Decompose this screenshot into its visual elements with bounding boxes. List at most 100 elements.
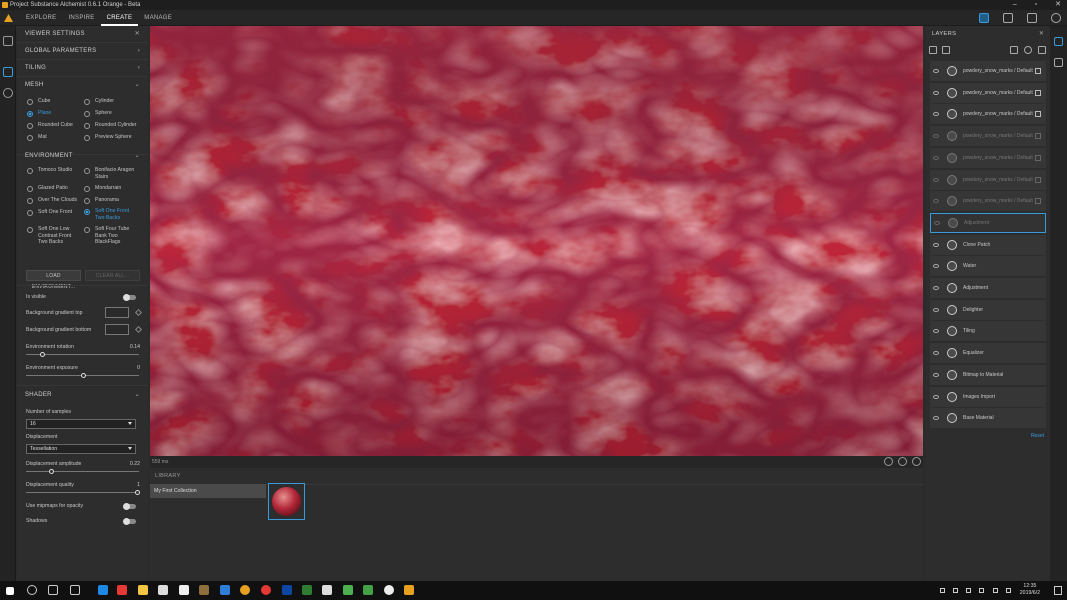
slider-handle[interactable] <box>135 490 140 495</box>
section-environment[interactable]: ENVIRONMENT ⌄ <box>17 148 148 165</box>
visibility-eye-icon[interactable] <box>933 90 939 95</box>
layer-mask-icon[interactable] <box>1035 89 1041 96</box>
clear-all-button[interactable]: CLEAR ALL... <box>85 270 140 281</box>
mipmaps-toggle[interactable] <box>123 503 136 510</box>
env-tomoco-studio-radio[interactable]: Tomoco Studio <box>27 167 82 174</box>
folder-icon[interactable] <box>138 585 148 595</box>
layer-item[interactable]: Images Import <box>930 386 1046 407</box>
app-icon[interactable] <box>261 585 271 595</box>
env-glazed-patio-radio[interactable]: Glazed Patio <box>27 185 82 192</box>
visibility-eye-icon[interactable] <box>933 307 939 312</box>
search-icon[interactable] <box>27 585 37 595</box>
visibility-eye-icon[interactable] <box>933 155 939 160</box>
layer-mask-icon[interactable] <box>1035 198 1041 205</box>
visibility-eye-icon[interactable] <box>933 112 939 117</box>
visibility-eye-icon[interactable] <box>933 416 939 421</box>
alchemist-taskbar-icon[interactable] <box>404 585 414 595</box>
export-icon[interactable] <box>1054 58 1063 67</box>
layer-item[interactable]: powdery_snow_marks / Default <box>930 82 1046 103</box>
nvidia-icon[interactable] <box>302 585 312 595</box>
zoom-icon[interactable] <box>884 457 893 466</box>
visibility-eye-icon[interactable] <box>933 329 939 334</box>
app-icon[interactable] <box>70 585 80 595</box>
mesh-plane-radio[interactable]: Plane <box>27 110 51 117</box>
hide-all-icon[interactable] <box>942 46 950 54</box>
fit-view-icon[interactable] <box>898 457 907 466</box>
env-soft-four-tube-bank-radio[interactable]: Soft Four Tube Bank Two BlackFlags <box>84 226 132 246</box>
visibility-eye-icon[interactable] <box>933 372 939 377</box>
close-icon[interactable]: ✕ <box>1055 0 1061 10</box>
store-icon[interactable] <box>158 585 168 595</box>
network-icon[interactable] <box>979 588 984 593</box>
material-thumbnail[interactable] <box>268 483 305 520</box>
layer-item[interactable]: Clone Patch <box>930 234 1046 255</box>
layer-mask-icon[interactable] <box>1035 176 1041 183</box>
mesh-rounded-cube-radio[interactable]: Rounded Cube <box>27 122 73 129</box>
section-shader[interactable]: SHADER ⌄ <box>17 387 148 404</box>
env-rotation-slider[interactable] <box>26 352 139 357</box>
volume-icon[interactable] <box>966 588 971 593</box>
eyedropper-icon[interactable] <box>134 325 143 334</box>
photoshop-icon[interactable] <box>282 585 292 595</box>
clock[interactable]: 12:35 2019/6/2 <box>1020 583 1040 597</box>
tab-inspire[interactable]: INSPIRE <box>62 10 100 26</box>
load-environment-button[interactable]: LOAD ENVIRONMENT... <box>26 270 81 290</box>
input-method-icon[interactable] <box>993 588 998 593</box>
2d-view-icon[interactable] <box>1003 13 1013 23</box>
layer-item[interactable]: Bitmap to Material <box>930 364 1046 385</box>
app-icon[interactable] <box>343 585 353 595</box>
3d-view-icon[interactable] <box>979 13 989 23</box>
chrome-icon[interactable] <box>240 585 250 595</box>
close-icon[interactable]: ✕ <box>1039 26 1044 43</box>
env-exposure-slider[interactable] <box>26 373 139 378</box>
tab-manage[interactable]: MANAGE <box>138 10 178 26</box>
env-over-the-clouds-radio[interactable]: Over The Clouds <box>27 197 82 204</box>
mesh-sphere-radio[interactable]: Sphere <box>84 110 112 117</box>
layer-item[interactable]: powdery_snow_marks / Default <box>930 191 1046 212</box>
grid-view-icon[interactable] <box>1027 13 1037 23</box>
chevron-up-icon[interactable] <box>953 588 958 593</box>
env-soft-one-front-radio[interactable]: Soft One Front <box>27 209 82 216</box>
wifi-icon[interactable] <box>940 588 945 593</box>
env-bonifacio-aragon-stairs-radio[interactable]: Bonifacio Aragon Stairs <box>84 167 144 180</box>
start-icon[interactable] <box>6 587 14 595</box>
layer-item[interactable]: Adjustment <box>930 278 1046 298</box>
shadows-toggle[interactable] <box>123 518 136 525</box>
visibility-eye-icon[interactable] <box>933 351 939 356</box>
eyedropper-icon[interactable] <box>134 308 143 317</box>
mail-icon[interactable] <box>179 585 189 595</box>
settings-icon[interactable] <box>384 585 394 595</box>
close-icon[interactable]: ✕ <box>135 26 140 43</box>
add-layer-icon[interactable] <box>1024 46 1032 54</box>
app-icon[interactable] <box>199 585 209 595</box>
visibility-eye-icon[interactable] <box>933 242 939 247</box>
layer-item[interactable]: Delighter <box>930 299 1046 320</box>
layer-mask-icon[interactable] <box>1035 111 1041 118</box>
save-icon[interactable] <box>929 46 937 54</box>
layer-mask-icon[interactable] <box>1035 154 1041 161</box>
visibility-eye-icon[interactable] <box>934 220 940 225</box>
section-global-parameters[interactable]: GLOBAL PARAMETERS › <box>17 43 148 60</box>
env-soft-one-front-two-backs-radio[interactable]: Soft One Front Two Backs <box>84 208 130 221</box>
mesh-mat-radio[interactable]: Mat <box>27 134 47 141</box>
bg-gradient-top-swatch[interactable] <box>105 307 129 318</box>
collection-item[interactable]: My First Collection <box>150 484 266 498</box>
disp-quality-slider[interactable] <box>26 490 140 495</box>
mesh-cube-radio[interactable]: Cube <box>27 98 50 105</box>
layers-tab-icon[interactable] <box>1054 37 1063 46</box>
slider-handle[interactable] <box>81 373 86 378</box>
minimize-icon[interactable]: – <box>1013 0 1017 10</box>
app-icon[interactable] <box>322 585 332 595</box>
app-icon[interactable] <box>117 585 127 595</box>
layers-panel-icon[interactable] <box>3 36 13 46</box>
reset-link[interactable]: Reset <box>1031 433 1044 439</box>
layer-mask-icon[interactable] <box>1035 68 1041 74</box>
tab-explore[interactable]: EXPLORE <box>20 10 62 26</box>
env-soft-one-low-contrast-radio[interactable]: Soft One Low Contrast Front Two Backs <box>27 226 79 246</box>
layer-mask-icon[interactable] <box>1035 133 1041 140</box>
layer-item[interactable]: Water <box>930 256 1046 277</box>
visibility-eye-icon[interactable] <box>933 177 939 182</box>
environment-icon[interactable] <box>3 88 13 98</box>
displacement-select[interactable]: Tessellation <box>26 444 136 454</box>
env-mondarrain-radio[interactable]: Mondarrain <box>84 185 144 192</box>
